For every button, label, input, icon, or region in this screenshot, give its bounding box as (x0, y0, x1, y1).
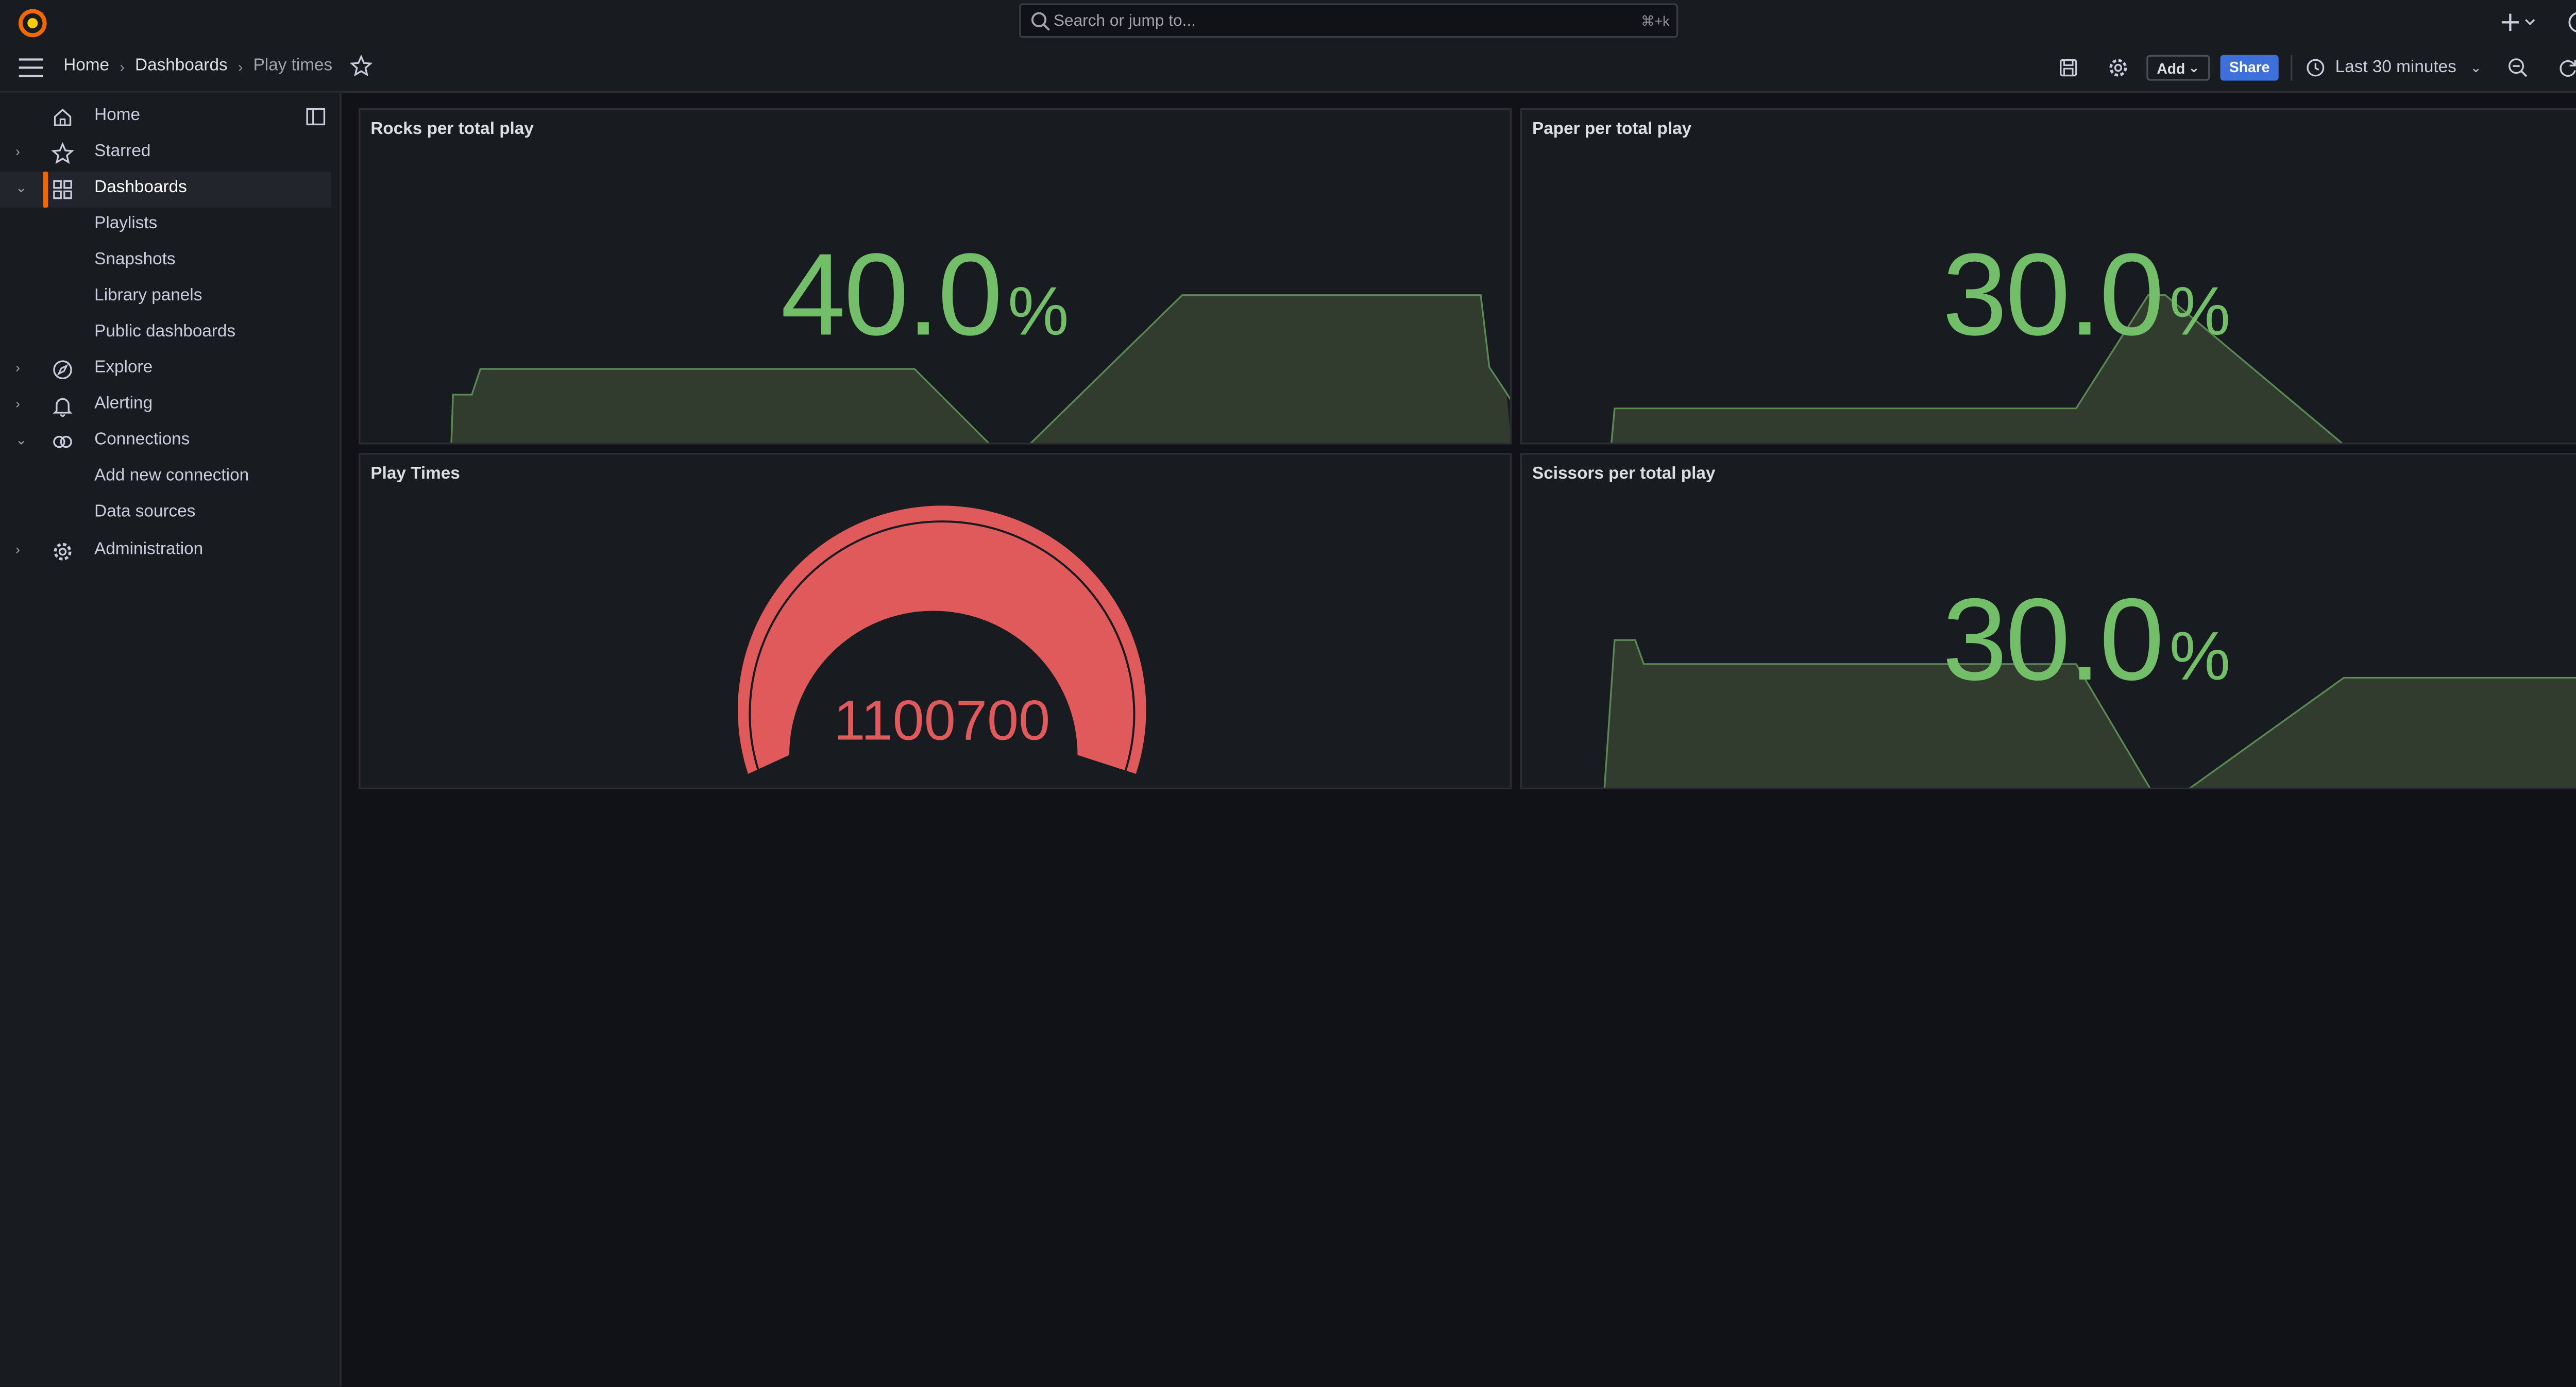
sidebar-item-label: Dashboards (94, 178, 187, 197)
panel-rocks-per-total-play[interactable]: Rocks per total play 40.0% (359, 108, 1512, 445)
sidebar-item-label: Library panels (94, 286, 202, 306)
settings-icon[interactable] (2107, 57, 2129, 79)
chevron-right-icon[interactable]: › (15, 542, 29, 559)
zoom-out-icon[interactable] (2507, 57, 2529, 79)
sidebar-item-label: Add new connection (94, 466, 249, 486)
panel-play-times[interactable]: Play Times 1100700 (359, 453, 1512, 789)
sidebar-item-add-new-connection[interactable]: Add new connection (0, 460, 331, 496)
sidebar: Home › Starred ⌄ Dashboards Playlists Sn… (0, 92, 342, 1386)
chevron-right-icon[interactable]: › (15, 144, 29, 161)
breadcrumb-current: Play times (253, 56, 333, 76)
sidebar-item-data-sources[interactable]: Data sources (0, 496, 331, 532)
grafana-app: Search or jump to... ⌘+k ? (0, 0, 2576, 1386)
chevron-right-icon[interactable]: › (15, 360, 29, 377)
stat-value: 30.0% (1942, 228, 2230, 362)
sidebar-item-alerting[interactable]: › Alerting (0, 388, 331, 424)
search-placeholder: Search or jump to... (1053, 12, 1196, 31)
sidebar-item-label: Home (94, 106, 141, 126)
sidebar-item-label: Starred (94, 142, 151, 162)
sidebar-item-library-panels[interactable]: Library panels (0, 280, 331, 316)
stat-number: 30.0 (1942, 574, 2164, 705)
save-icon[interactable] (2057, 57, 2079, 79)
sidebar-item-administration[interactable]: › Administration (0, 534, 331, 570)
sidebar-item-label: Explore (94, 359, 153, 378)
cog-icon (54, 543, 72, 561)
sidebar-item-label: Playlists (94, 214, 158, 233)
stat-number: 40.0 (781, 230, 1003, 361)
chevron-down-icon[interactable]: ⌄ (15, 180, 29, 197)
chevron-right-icon: › (120, 57, 125, 75)
breadcrumb: Home › Dashboards › Play times (63, 57, 332, 76)
sidebar-item-starred[interactable]: › Starred (0, 136, 331, 172)
sidebar-item-home[interactable]: Home (0, 99, 331, 136)
stat-value: 40.0% (781, 228, 1069, 362)
time-range-label: Last 30 minutes (2335, 58, 2456, 77)
stat-unit: % (1008, 274, 1069, 350)
chevron-right-icon[interactable]: › (15, 396, 29, 413)
panel-scissors-per-total-play[interactable]: Scissors per total play 30.0% (1520, 453, 2576, 789)
search-shortcut: ⌘+k (1640, 13, 1670, 29)
stat-unit: % (2169, 619, 2230, 695)
gauge-value: 1100700 (834, 688, 1050, 752)
divider (2291, 55, 2293, 81)
top-bar: Search or jump to... ⌘+k ? (0, 0, 2576, 46)
share-button[interactable]: Share (2220, 55, 2279, 81)
sidebar-item-label: Alerting (94, 394, 153, 414)
menu-icon[interactable] (19, 58, 43, 77)
chevron-right-icon: › (238, 57, 243, 75)
home-icon (54, 108, 72, 126)
breadcrumb-dashboards[interactable]: Dashboards (135, 57, 228, 76)
apps-icon (53, 180, 72, 199)
bell-icon (53, 398, 73, 417)
sidebar-item-connections[interactable]: ⌄ Connections (0, 424, 331, 460)
star-icon (51, 142, 74, 164)
breadcrumb-home[interactable]: Home (63, 57, 109, 76)
grafana-logo-icon[interactable] (17, 7, 48, 38)
mark-favorite-star-icon[interactable] (350, 55, 372, 77)
sidebar-item-label: Connections (94, 430, 190, 450)
panel-title: Paper per total play (1532, 120, 1692, 139)
stat-value: 30.0% (1942, 573, 2230, 707)
sidebar-item-explore[interactable]: › Explore (0, 352, 331, 388)
search-icon (1031, 12, 1050, 31)
panel-title: Rocks per total play (370, 120, 534, 139)
sidebar-item-label: Administration (94, 540, 204, 560)
panel-paper-per-total-play[interactable]: Paper per total play 30.0% (1520, 108, 2576, 445)
active-indicator (43, 172, 48, 208)
add-button-label: Add (2157, 60, 2185, 77)
sidebar-item-public-dashboards[interactable]: Public dashboards (0, 316, 331, 352)
sidebar-item-label: Public dashboards (94, 323, 236, 342)
refresh-icon[interactable] (2556, 57, 2576, 79)
time-range-picker[interactable]: Last 30 minutes ⌄ (2306, 53, 2482, 82)
help-icon[interactable]: ? (2565, 9, 2576, 36)
sidebar-item-dashboards[interactable]: ⌄ Dashboards (0, 172, 331, 208)
stat-number: 30.0 (1942, 230, 2164, 361)
sidebar-item-label: Snapshots (94, 250, 176, 269)
sidebar-item-snapshots[interactable]: Snapshots (0, 244, 331, 280)
compass-icon (53, 360, 72, 380)
add-button[interactable]: Add ⌄ (2146, 55, 2210, 81)
sidebar-item-playlists[interactable]: Playlists (0, 208, 331, 244)
search-bar[interactable]: Search or jump to... ⌘+k (1019, 3, 1679, 38)
dashboard-nav-bar: Home › Dashboards › Play times Add ⌄ Sha… (0, 44, 2576, 93)
plus-icon[interactable] (2501, 9, 2539, 36)
clock-icon (2307, 59, 2325, 77)
sidebar-item-label: Data sources (94, 502, 196, 522)
panel-title: Scissors per total play (1532, 465, 1716, 484)
chevron-down-icon[interactable]: ⌄ (15, 432, 29, 449)
chevron-down-icon: ⌄ (2470, 60, 2482, 76)
stat-unit: % (2169, 274, 2230, 350)
connections-icon (53, 435, 72, 448)
chevron-down-icon: ⌄ (2188, 60, 2200, 76)
